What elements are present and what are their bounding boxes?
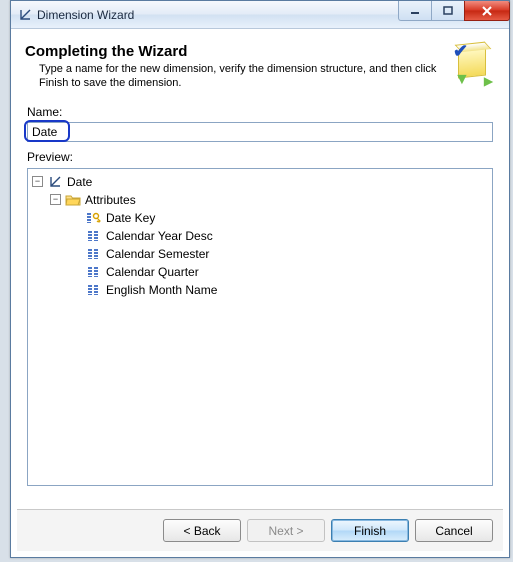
preview-label: Preview:	[27, 150, 493, 164]
tree-root-node[interactable]: − Date	[30, 173, 490, 191]
close-button[interactable]	[464, 1, 510, 21]
tree-attributes-label: Attributes	[85, 193, 136, 207]
dimension-name-input[interactable]	[27, 122, 493, 142]
preview-tree[interactable]: − Date −	[27, 168, 493, 486]
tree-attribute-item[interactable]: Date Key	[30, 209, 490, 227]
tree-attribute-item[interactable]: Calendar Semester	[30, 245, 490, 263]
key-attribute-icon	[86, 210, 102, 226]
arrow-down-icon: ▼	[454, 71, 470, 89]
titlebar[interactable]: Dimension Wizard	[11, 1, 509, 29]
attribute-icon	[86, 228, 102, 244]
tree-item-label: English Month Name	[106, 283, 217, 297]
dimension-icon	[47, 174, 63, 190]
button-bar: < Back Next > Finish Cancel	[17, 509, 503, 551]
attribute-icon	[86, 264, 102, 280]
checkmark-icon: ✔	[453, 41, 468, 62]
tree-attribute-item[interactable]: Calendar Quarter	[30, 263, 490, 281]
page-description: Type a name for the new dimension, verif…	[25, 62, 445, 91]
window-title: Dimension Wizard	[37, 8, 134, 22]
collapse-icon[interactable]: −	[50, 194, 61, 205]
folder-open-icon	[65, 192, 81, 208]
tree-attribute-item[interactable]: English Month Name	[30, 281, 490, 299]
tree-item-label: Date Key	[106, 211, 155, 225]
attribute-icon	[86, 246, 102, 262]
cancel-button[interactable]: Cancel	[415, 519, 493, 542]
tree-item-label: Calendar Quarter	[106, 265, 199, 279]
name-label: Name:	[27, 105, 493, 119]
collapse-icon[interactable]: −	[32, 176, 43, 187]
client-area: Completing the Wizard Type a name for th…	[17, 35, 503, 551]
back-button[interactable]: < Back	[163, 519, 241, 542]
finish-button[interactable]: Finish	[331, 519, 409, 542]
tree-attribute-item[interactable]: Calendar Year Desc	[30, 227, 490, 245]
wizard-cube-icon: ✔ ▼ ▼	[451, 43, 495, 87]
tree-attributes-node[interactable]: − Attributes	[30, 191, 490, 209]
dimension-icon	[17, 7, 33, 23]
maximize-button[interactable]	[431, 1, 465, 21]
minimize-button[interactable]	[398, 1, 432, 21]
tree-root-label: Date	[67, 175, 92, 189]
attribute-icon	[86, 282, 102, 298]
page-title: Completing the Wizard	[25, 43, 445, 60]
wizard-header: Completing the Wizard Type a name for th…	[17, 35, 503, 97]
arrow-right-icon: ▼	[480, 74, 498, 90]
next-button: Next >	[247, 519, 325, 542]
tree-item-label: Calendar Year Desc	[106, 229, 213, 243]
tree-item-label: Calendar Semester	[106, 247, 209, 261]
dialog-window: Dimension Wizard Completing the Wizard T…	[10, 0, 510, 558]
